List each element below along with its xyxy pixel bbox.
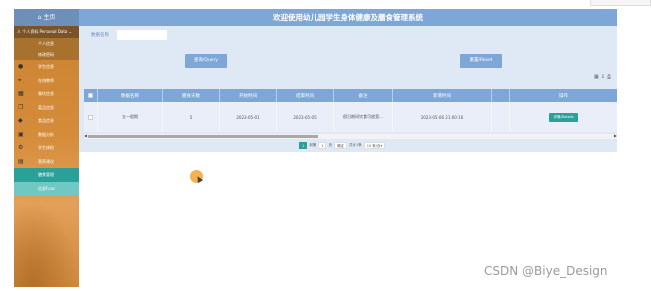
window-corner bbox=[590, 0, 651, 6]
sidebar-personal-data[interactable]: 人 个人资料 Personal Data ⌄ bbox=[14, 26, 79, 38]
save-icon: ▤ bbox=[18, 157, 24, 165]
per-page-select[interactable]: 10 条/页▾ bbox=[363, 141, 386, 149]
reset-button[interactable]: 重置/Reset bbox=[460, 54, 502, 68]
scroll-left-icon[interactable]: ◀ bbox=[84, 133, 87, 138]
row-select[interactable] bbox=[84, 102, 98, 132]
col-name: 数据名称 bbox=[98, 89, 163, 102]
sidebar-item-3[interactable]: ❐ 菜品信息 bbox=[14, 101, 79, 115]
scrollbar-thumb[interactable] bbox=[88, 135, 318, 138]
pagination: 1 到第 1 页 确定 共计1条 10 条/页▾ bbox=[299, 141, 386, 149]
details-button[interactable]: 详情/Details bbox=[549, 112, 578, 122]
table-header: 数据名称 膳食天数 开始时间 结束时间 备注 新增时间 操作 bbox=[84, 89, 617, 102]
sidebar-sub-func[interactable]: 信息Func bbox=[14, 181, 79, 195]
horizontal-scrollbar[interactable]: ◀ ▶ bbox=[84, 133, 617, 139]
query-button[interactable]: 查询/Query bbox=[185, 54, 227, 68]
chart-icon: ▣ bbox=[18, 130, 24, 138]
sidebar-item-0[interactable]: ● 学生信息 bbox=[14, 60, 79, 74]
table-row: 五一假期 5 2023-05-01 2023-05-05 假日期间饮食可放宽..… bbox=[84, 102, 617, 132]
table-toolbar: ▦⇩⎙ bbox=[594, 74, 613, 80]
col-actions: 操作 bbox=[559, 93, 568, 99]
col-extra bbox=[492, 89, 510, 102]
pager-page-unit: 页 bbox=[328, 142, 332, 147]
user-icon: ● bbox=[18, 63, 24, 70]
sidebar-item-7[interactable]: ▤ 营养建议 bbox=[14, 155, 79, 169]
header-select-all[interactable] bbox=[84, 89, 98, 102]
person-icon: ⌖ bbox=[18, 76, 22, 84]
main-content: 欢迎使用幼儿园学生身体健康及膳食管理系统 数据名称 查询/Query 重置/Re… bbox=[79, 9, 617, 152]
sidebar-item-2[interactable]: ▦ 餐饮信息 bbox=[14, 87, 79, 101]
col-end: 结束时间 bbox=[277, 89, 334, 102]
col-created: 新增时间 bbox=[393, 89, 492, 102]
watermark: CSDN @Biye_Design bbox=[484, 264, 608, 278]
sidebar-item-6[interactable]: ⚙ 学生体检 bbox=[14, 141, 79, 155]
grid-icon: ▦ bbox=[18, 90, 24, 97]
print-icon[interactable]: ⎙ bbox=[607, 74, 613, 80]
search-input[interactable] bbox=[117, 30, 167, 40]
mouse-cursor-icon bbox=[190, 170, 204, 184]
pager-confirm-button[interactable]: 确定 bbox=[333, 141, 347, 149]
sidebar-item-5[interactable]: ▣ 数据分析 bbox=[14, 128, 79, 142]
checkbox[interactable] bbox=[88, 93, 93, 98]
search-label: 数据名称 bbox=[91, 33, 109, 38]
chevron-down-icon: ▾ bbox=[380, 143, 383, 148]
page-title: 欢迎使用幼儿园学生身体健康及膳食管理系统 bbox=[79, 9, 617, 26]
cell-remark: 假日期间饮食可放宽... bbox=[334, 102, 393, 132]
cell-start: 2023-05-01 bbox=[220, 102, 277, 132]
checkbox[interactable] bbox=[88, 114, 93, 120]
pager-goto-label: 到第 bbox=[309, 142, 317, 147]
pager-total: 共计1条 bbox=[348, 142, 362, 147]
cell-actions: 详情/Details bbox=[510, 102, 617, 132]
col-start: 开始时间 bbox=[220, 89, 277, 102]
cell-days: 5 bbox=[163, 102, 220, 132]
sidebar-item-1[interactable]: ⌖ 在线教师 bbox=[14, 74, 79, 88]
cell-end: 2023-05-05 bbox=[277, 102, 334, 132]
page-current[interactable]: 1 bbox=[299, 141, 308, 149]
scroll-right-icon[interactable]: ▶ bbox=[614, 133, 617, 138]
copy-icon: ❐ bbox=[18, 103, 24, 111]
cell-name: 五一假期 bbox=[98, 102, 163, 132]
sidebar-item-4[interactable]: ◆ 食品信息 bbox=[14, 114, 79, 128]
grid-view-icon[interactable]: ▦ bbox=[594, 74, 601, 80]
sidebar: ⌂ 主页 人 个人资料 Personal Data ⌄ 个人信息 修改密码 ● 学… bbox=[14, 9, 79, 287]
sidebar-home[interactable]: ⌂ 主页 bbox=[14, 9, 79, 26]
col-days: 膳食天数 bbox=[163, 89, 220, 102]
sidebar-item-meal-management[interactable]: 膳食管理 bbox=[14, 168, 79, 182]
settings-icon: ⚙ bbox=[18, 144, 24, 151]
sidebar-sub-change-password[interactable]: 修改密码 bbox=[14, 49, 79, 60]
sidebar-sub-personal-info[interactable]: 个人信息 bbox=[14, 38, 79, 49]
sidebar-decoration bbox=[14, 202, 79, 287]
data-table: 数据名称 膳食天数 开始时间 结束时间 备注 新增时间 操作 五一假期 5 20… bbox=[84, 89, 617, 132]
tag-icon: ◆ bbox=[18, 117, 23, 124]
cell-extra bbox=[492, 102, 510, 132]
cell-created: 2023-05-06 21:00:16 bbox=[393, 102, 492, 132]
page-number-input[interactable]: 1 bbox=[318, 141, 327, 149]
app-frame: ⌂ 主页 人 个人资料 Personal Data ⌄ 个人信息 修改密码 ● 学… bbox=[14, 9, 617, 287]
col-remark: 备注 bbox=[334, 89, 393, 102]
